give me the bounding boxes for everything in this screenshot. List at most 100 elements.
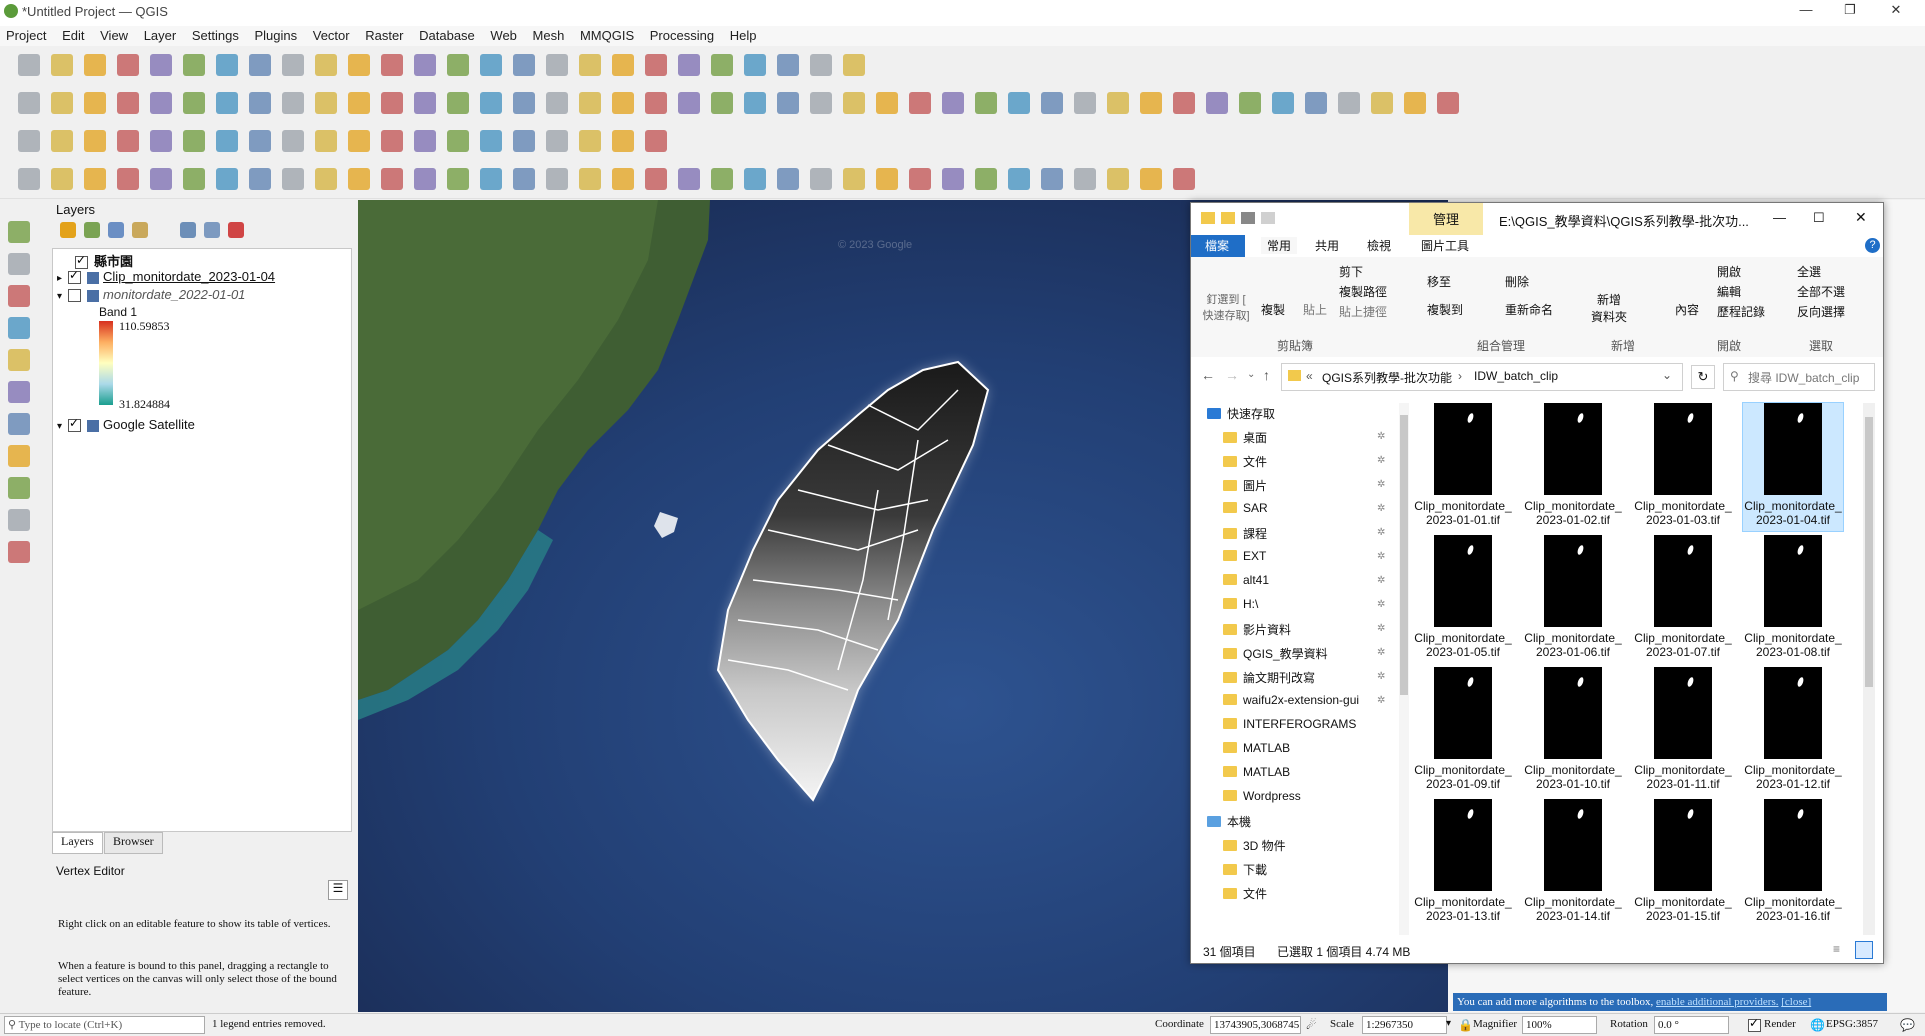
pin-icon[interactable]: ✲ [1377,479,1385,490]
tab-manage[interactable]: 管理 [1409,203,1483,235]
toolbar-tool-icon[interactable] [579,130,601,152]
toolbar-tool-icon[interactable] [645,130,667,152]
toolbar-tool-icon[interactable] [183,130,205,152]
toolbar-tool-icon[interactable] [843,168,865,190]
toolbar-tool-icon[interactable] [744,54,766,76]
toolbar-tool-icon[interactable] [1140,92,1162,114]
edit-button[interactable]: 編輯 [1717,283,1741,300]
toolbar-tool-icon[interactable] [216,92,238,114]
toolbar-tool-icon[interactable] [480,92,502,114]
add-layer-icon[interactable] [8,445,30,467]
up-arrow-icon[interactable]: ↑ [1263,367,1270,383]
toolbar-tool-icon[interactable] [777,54,799,76]
file-item[interactable]: Clip_monitordate_2023-01-16.tif [1743,799,1843,927]
toolbar-tool-icon[interactable] [348,54,370,76]
nav-item[interactable]: MATLAB [1223,765,1290,785]
toolbar-tool-icon[interactable] [1074,168,1096,190]
toolbar-tool-icon[interactable] [1074,92,1096,114]
render-checkbox[interactable] [1748,1016,1761,1032]
recent-chevron-icon[interactable]: ⌄ [1247,369,1255,380]
nav-scrollbar[interactable] [1399,403,1409,935]
toolbar-tool-icon[interactable] [117,168,139,190]
nav-item[interactable]: 影片資料 [1223,621,1291,641]
close-button[interactable]: ✕ [1876,2,1916,18]
coordinate-toggle-icon[interactable]: ☄ [1306,1018,1317,1033]
add-layer-icon[interactable] [8,349,30,371]
toolbar-tool-icon[interactable] [1338,92,1360,114]
magnifier-field[interactable]: 100% [1522,1016,1597,1034]
toolbar-tool-icon[interactable] [513,54,535,76]
file-item[interactable]: Clip_monitordate_2023-01-03.tif [1633,403,1733,531]
filter-icon[interactable] [132,222,148,238]
toolbar-tool-icon[interactable] [18,168,40,190]
new-folder-button[interactable]: 新增 資料夾 [1591,291,1627,325]
nav-item[interactable]: 圖片 [1223,477,1267,497]
toolbar-tool-icon[interactable] [480,168,502,190]
copy-path-button[interactable]: 複製路徑 [1339,283,1387,300]
file-item[interactable]: Clip_monitordate_2023-01-01.tif [1413,403,1513,531]
file-item[interactable]: Clip_monitordate_2023-01-06.tif [1523,535,1623,663]
nav-item[interactable]: 文件 [1223,885,1267,905]
toolbar-tool-icon[interactable] [1371,92,1393,114]
toolbar-tool-icon[interactable] [51,130,73,152]
collapse-arrow-icon[interactable]: ▾ [57,291,62,302]
visibility-icon[interactable] [108,222,124,238]
add-layer-icon[interactable] [8,285,30,307]
toolbar-tool-icon[interactable] [249,54,271,76]
invert-selection-button[interactable]: 反向選擇 [1797,303,1845,320]
layer-monitordate-2022-01-01[interactable]: ▾ monitordate_2022-01-01 [57,287,245,305]
toolbar-tool-icon[interactable] [843,92,865,114]
toolbar-tool-icon[interactable] [678,168,700,190]
files-scroll-thumb[interactable] [1865,417,1873,687]
toolbar-tool-icon[interactable] [645,92,667,114]
properties-button[interactable]: 內容 [1675,301,1699,318]
nav-item[interactable]: SAR [1223,501,1268,521]
toolbar-tool-icon[interactable] [513,168,535,190]
file-item[interactable]: Clip_monitordate_2023-01-13.tif [1413,799,1513,927]
toolbar-tool-icon[interactable] [51,92,73,114]
explorer-close-button[interactable]: ✕ [1855,209,1867,226]
pin-icon[interactable]: ✲ [1377,623,1385,634]
nav-item[interactable]: QGIS_教學資料 [1223,645,1328,665]
details-view-icon[interactable]: ≡ [1833,942,1840,956]
menu-raster[interactable]: Raster [359,26,409,46]
nav-item[interactable]: MATLAB [1223,741,1290,761]
coordinate-field[interactable]: 13743905,3068745 [1210,1016,1301,1034]
toolbar-tool-icon[interactable] [645,54,667,76]
toolbar-tool-icon[interactable] [381,168,403,190]
large-icons-view-icon[interactable] [1855,941,1873,959]
toolbar-tool-icon[interactable] [645,168,667,190]
toolbar-tool-icon[interactable] [84,54,106,76]
toolbar-tool-icon[interactable] [315,54,337,76]
toolbar-tool-icon[interactable] [447,168,469,190]
expand-arrow-icon[interactable]: ▸ [57,273,62,284]
pin-icon[interactable]: ✲ [1377,575,1385,586]
nav-item[interactable]: 課程 [1223,525,1267,545]
expand-all-icon[interactable] [180,222,196,238]
toolbar-tool-icon[interactable] [942,168,964,190]
toolbar-tool-icon[interactable] [1206,92,1228,114]
menu-vector[interactable]: Vector [307,26,356,46]
toolbar-tool-icon[interactable] [546,92,568,114]
nav-item[interactable]: 3D 物件 [1223,837,1286,857]
style-manager-icon[interactable] [60,222,76,238]
toolbar-tool-icon[interactable] [579,168,601,190]
file-item[interactable]: Clip_monitordate_2023-01-05.tif [1413,535,1513,663]
toolbar-tool-icon[interactable] [1239,92,1261,114]
collapse-arrow-icon[interactable]: ▾ [57,421,62,432]
add-layer-icon[interactable] [8,477,30,499]
toolbar-tool-icon[interactable] [447,130,469,152]
toolbar-tool-icon[interactable] [711,54,733,76]
toolbar-tool-icon[interactable] [447,54,469,76]
toolbar-tool-icon[interactable] [975,92,997,114]
toolbar-tool-icon[interactable] [414,92,436,114]
toolbar-tool-icon[interactable] [18,92,40,114]
tab-view[interactable]: 檢視 [1367,237,1391,254]
toolbar-tool-icon[interactable] [1041,92,1063,114]
open-button[interactable]: 開啟 [1717,263,1741,280]
paste-shortcut-button[interactable]: 貼上捷徑 [1339,303,1387,320]
toolbar-tool-icon[interactable] [381,130,403,152]
toolbar-tool-icon[interactable] [84,130,106,152]
toolbar-tool-icon[interactable] [315,92,337,114]
toolbar-tool-icon[interactable] [1404,92,1426,114]
